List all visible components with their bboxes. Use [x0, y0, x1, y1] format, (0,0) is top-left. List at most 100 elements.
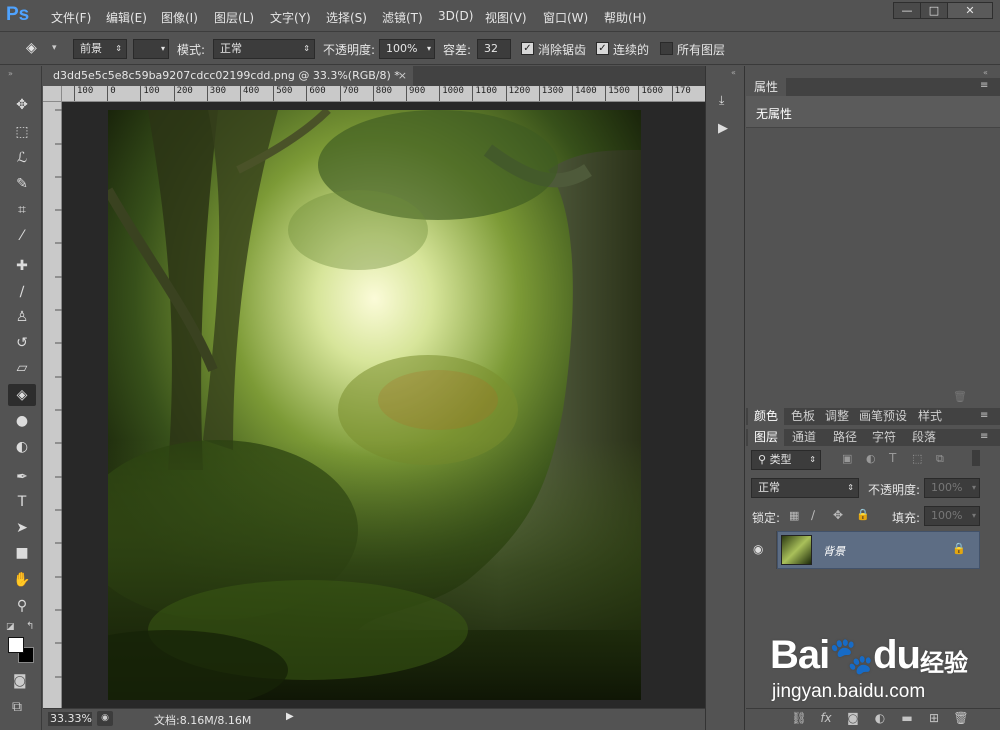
- quick-select-tool-button[interactable]: ✎: [8, 173, 36, 195]
- tolerance-field[interactable]: 32: [477, 39, 511, 59]
- zoom-field[interactable]: 33.33%: [48, 712, 92, 726]
- antialias-checkbox[interactable]: ✓: [521, 42, 534, 55]
- marquee-tool-button[interactable]: ⬚: [8, 121, 36, 143]
- eraser-tool-button[interactable]: ▱: [8, 357, 36, 379]
- filter-type-icon[interactable]: T: [889, 451, 896, 465]
- ruler-corner[interactable]: [43, 86, 62, 102]
- tab-paragraph[interactable]: 段落: [906, 429, 942, 446]
- hand-tool-button[interactable]: ✋: [8, 569, 36, 591]
- filter-pixel-icon[interactable]: ▣: [842, 452, 852, 465]
- ruler-horizontal[interactable]: 100 0 100 200 300 400 500 600 700 800 900 1000 1100 1…: [62, 86, 705, 102]
- document-tab[interactable]: d3dd5e5c5e8c59ba9207cdcc02199cdd.png @ 3…: [43, 66, 413, 86]
- all-layers-checkbox[interactable]: [660, 42, 673, 55]
- tab-channels[interactable]: 通道: [786, 429, 822, 446]
- delete-layer-icon[interactable]: 🗑: [952, 710, 970, 726]
- clone-stamp-tool-button[interactable]: ♙: [8, 306, 36, 328]
- history-brush-tool-button[interactable]: ↺: [8, 332, 36, 354]
- layer-lock-icon[interactable]: 🔒: [952, 542, 966, 555]
- lasso-tool-button[interactable]: ℒ: [8, 147, 36, 169]
- filter-toggle[interactable]: [972, 450, 980, 466]
- fill-source-select[interactable]: 前景 ⇕: [73, 39, 127, 59]
- collapse-dock-icon[interactable]: «: [731, 68, 736, 77]
- collapse-tools-icon[interactable]: »: [8, 69, 13, 78]
- menu-edit[interactable]: 编辑(E): [106, 9, 147, 26]
- tab-adjustments[interactable]: 调整: [819, 408, 855, 425]
- quick-mask-icon[interactable]: ◙: [13, 673, 27, 689]
- forest-image[interactable]: [108, 110, 641, 700]
- layer-visibility-toggle[interactable]: ◉: [746, 531, 777, 569]
- crop-tool-button[interactable]: ⌗: [8, 199, 36, 221]
- tab-layers[interactable]: 图层: [748, 429, 785, 446]
- history-panel-icon[interactable]: ⤓: [719, 93, 724, 108]
- preset-dropdown-arrow-icon[interactable]: ▾: [52, 43, 57, 53]
- menu-layer[interactable]: 图层(L): [214, 9, 254, 26]
- tab-brush-presets[interactable]: 画笔预设: [853, 408, 913, 425]
- menu-3d[interactable]: 3D(D): [438, 9, 473, 23]
- pen-tool-button[interactable]: ✒: [8, 466, 36, 488]
- actions-panel-icon[interactable]: ▶: [718, 121, 728, 136]
- add-mask-icon[interactable]: ◙: [844, 710, 862, 726]
- tab-color[interactable]: 颜色: [748, 408, 785, 425]
- menu-type[interactable]: 文字(Y): [270, 9, 311, 26]
- swap-colors-icon[interactable]: ↰: [26, 621, 34, 632]
- menu-help[interactable]: 帮助(H): [604, 9, 646, 26]
- minimize-button[interactable]: —: [893, 2, 921, 19]
- adjustment-layer-icon[interactable]: ◐: [871, 710, 889, 726]
- blend-mode-select[interactable]: 正常 ⇕: [751, 478, 859, 498]
- fx-icon[interactable]: fx: [817, 710, 835, 726]
- paint-bucket-preset-icon[interactable]: ◈: [26, 40, 46, 58]
- lock-all-icon[interactable]: 🔒: [856, 508, 870, 521]
- menu-image[interactable]: 图像(I): [161, 9, 198, 26]
- layer-filter-select[interactable]: ⚲ 类型 ⇕: [751, 450, 821, 470]
- menu-filter[interactable]: 滤镜(T): [382, 9, 423, 26]
- filter-shape-icon[interactable]: ⬚: [912, 452, 922, 465]
- filter-smart-object-icon[interactable]: ⧉: [936, 452, 944, 466]
- contiguous-checkbox[interactable]: ✓: [596, 42, 609, 55]
- filter-adjustment-icon[interactable]: ◐: [866, 452, 876, 465]
- tab-properties[interactable]: 属性: [746, 78, 786, 96]
- lock-transparent-icon[interactable]: ▦: [789, 509, 799, 522]
- panel-menu-icon[interactable]: ≡: [980, 431, 988, 442]
- path-select-tool-button[interactable]: ➤: [8, 517, 36, 539]
- type-tool-button[interactable]: T: [8, 491, 36, 513]
- paint-bucket-tool-button[interactable]: ◈: [8, 384, 36, 406]
- panel-menu-icon[interactable]: ≡: [980, 410, 988, 421]
- tab-paths[interactable]: 路径: [827, 429, 863, 446]
- dodge-tool-button[interactable]: ◐: [8, 436, 36, 458]
- foreground-color-swatch[interactable]: [8, 637, 24, 653]
- tab-styles[interactable]: 样式: [912, 408, 948, 425]
- panel-menu-icon[interactable]: ≡: [980, 80, 988, 91]
- status-menu-arrow-icon[interactable]: ▶: [286, 711, 294, 722]
- blur-tool-button[interactable]: ●: [8, 410, 36, 432]
- layer-row-background[interactable]: 背景 🔒: [777, 531, 980, 569]
- screen-mode-icon[interactable]: ⧉: [12, 699, 22, 715]
- new-layer-icon[interactable]: ⊞: [925, 710, 943, 726]
- link-layers-icon[interactable]: ⛓: [790, 710, 808, 726]
- opacity-field[interactable]: 100% ▾: [379, 39, 435, 59]
- menu-file[interactable]: 文件(F): [51, 9, 91, 26]
- zoom-tool-button[interactable]: ⚲: [8, 595, 36, 617]
- healing-brush-tool-button[interactable]: ✚: [8, 255, 36, 277]
- menu-select[interactable]: 选择(S): [326, 9, 367, 26]
- maximize-button[interactable]: □: [920, 2, 948, 19]
- pattern-picker[interactable]: ▾: [133, 39, 169, 59]
- close-window-button[interactable]: ✕: [947, 2, 993, 19]
- fill-field[interactable]: 100% ▾: [924, 506, 980, 526]
- collapse-panels-icon[interactable]: «: [983, 68, 988, 77]
- brush-tool-button[interactable]: ∕: [8, 281, 36, 303]
- properties-trash-icon[interactable]: 🗑: [953, 390, 967, 403]
- default-colors-icon[interactable]: ◪: [6, 622, 15, 632]
- mode-select[interactable]: 正常 ⇕: [213, 39, 315, 59]
- close-tab-icon[interactable]: ×: [398, 66, 407, 86]
- lock-position-icon[interactable]: ✥: [833, 508, 843, 522]
- menu-view[interactable]: 视图(V): [485, 9, 527, 26]
- lock-image-icon[interactable]: ∕: [811, 508, 815, 522]
- menu-window[interactable]: 窗口(W): [543, 9, 588, 26]
- rectangle-tool-button[interactable]: ■: [8, 542, 36, 564]
- layer-opacity-field[interactable]: 100% ▾: [924, 478, 980, 498]
- move-tool-button[interactable]: ✥: [8, 94, 36, 116]
- new-group-icon[interactable]: ▬: [898, 710, 916, 726]
- tab-character[interactable]: 字符: [866, 429, 902, 446]
- tab-swatches[interactable]: 色板: [785, 408, 821, 425]
- eyedropper-tool-button[interactable]: ⁄: [8, 225, 36, 247]
